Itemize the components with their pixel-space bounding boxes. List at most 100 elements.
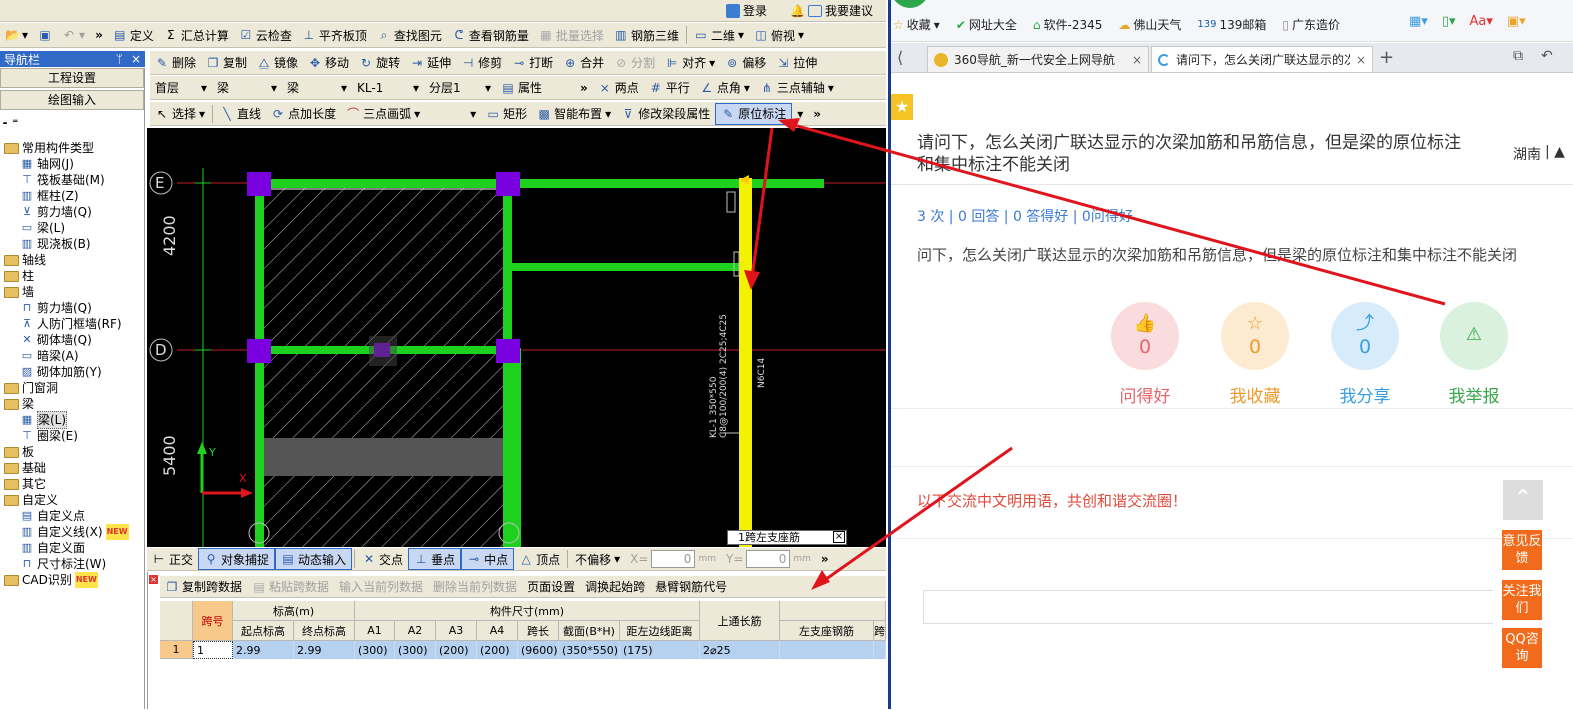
drawing-canvas[interactable]: E D 4200 5400 Y X KL-1 350*550 C8@100/20… (147, 128, 886, 547)
three-point-arc-button[interactable]: ⌒ 三点画弧 ▾ (341, 103, 425, 125)
drawing-input-button[interactable]: 绘图输入 (0, 90, 144, 110)
table-cell[interactable] (874, 641, 886, 659)
login-link[interactable]: 登录 (726, 2, 767, 19)
smart-layout-button[interactable]: ▩ 智能布置 ▾ (532, 103, 616, 125)
component-name-dropdown[interactable]: KL-1 ▾ (352, 77, 424, 99)
view-rebar-button[interactable]: ᕦ 查看钢筋量 (447, 24, 534, 46)
tab-back-button[interactable]: ⟨ (897, 48, 903, 67)
tree-leaf[interactable]: ✕ 砌体墙(Q) (20, 332, 91, 348)
cloud-check-button[interactable]: ☑ 云检查 (234, 24, 297, 46)
more-chevron[interactable]: » (808, 103, 826, 125)
line-button[interactable]: ╲ 直线 (215, 103, 266, 125)
table-cell[interactable]: (200) (436, 641, 477, 659)
perpendicular-snap[interactable]: ⊥ 垂点 (408, 548, 462, 570)
blank-dropdown[interactable]: ▾ (425, 103, 481, 125)
tree-leaf[interactable]: ⊤ 筏板基础(M) (20, 172, 105, 188)
tree-folder[interactable]: 门窗洞 (4, 380, 58, 396)
table-cell[interactable] (780, 641, 874, 659)
type-dropdown-2[interactable]: 梁 ▾ (282, 77, 352, 99)
tree-folder[interactable]: 自定义 (4, 492, 58, 508)
move-button[interactable]: ✥ 移动 (303, 52, 354, 74)
more-chevron[interactable]: » (575, 77, 593, 99)
open-file-button[interactable]: 📂 ▾ (0, 24, 33, 46)
tree-folder[interactable]: 柱 (4, 268, 34, 284)
restore-icon[interactable]: ↶ (1541, 48, 1553, 64)
qq-consult-button[interactable]: QQ咨询 (1502, 628, 1542, 668)
align-button[interactable]: ⊫ 对齐 ▾ (660, 52, 720, 74)
view-mode-dropdown[interactable]: ▭ 二维 ▾ (689, 24, 749, 46)
point-length-button[interactable]: ⟳ 点加长度 (266, 103, 341, 125)
delete-column-button[interactable]: 删除当前列数据 (428, 576, 522, 597)
table-cell[interactable]: (175) (620, 641, 700, 659)
y-coord-input[interactable]: 0 (746, 550, 791, 568)
delete-button[interactable]: ✎ 删除 (150, 52, 201, 74)
table-cell[interactable]: (300) (395, 641, 436, 659)
translate-icon[interactable]: Aa▾ (1470, 14, 1493, 29)
more-chevron[interactable]: » (90, 24, 108, 46)
tree-leaf[interactable]: ⊓ 尺寸标注(W) (20, 556, 107, 572)
tree-folder[interactable]: 其它 (4, 476, 46, 492)
action-circle-1[interactable]: ☆ 0 (1221, 302, 1289, 370)
define-button[interactable]: ▤ 定义 (108, 24, 159, 46)
project-settings-button[interactable]: 工程设置 (0, 68, 144, 88)
paste-span-button[interactable]: ▤ 粘贴跨数据 (247, 576, 334, 597)
tree-leaf[interactable]: ⊼ 人防门框墙(RF) (20, 316, 122, 332)
row-index[interactable]: 1 (160, 641, 193, 659)
table-cell[interactable]: (350*550) (559, 641, 620, 659)
in-situ-annotation-dropdown[interactable]: ▾ (792, 103, 808, 125)
bookmark-item[interactable]: ✔ 网址大全 (956, 16, 1017, 33)
grid-icon[interactable]: ▦▾ (1409, 14, 1428, 29)
action-circle-0[interactable]: 👍 0 (1111, 302, 1179, 370)
three-point-axis-button[interactable]: ⋔ 三点辅轴 ▾ (755, 77, 839, 99)
undo-button[interactable]: ↶ ▾ (57, 24, 90, 46)
tree-leaf[interactable]: ▥ 现浇板(B) (20, 236, 91, 252)
mirror-button[interactable]: ⧋ 镜像 (252, 52, 303, 74)
summary-calc-button[interactable]: Σ 汇总计算 (159, 24, 234, 46)
tree-leaf[interactable]: ▨ 砌体加筋(Y) (20, 364, 102, 380)
action-circle-3[interactable]: ⚠ (1440, 302, 1508, 370)
type-dropdown-1[interactable]: 梁 ▾ (212, 77, 282, 99)
tree-leaf[interactable]: ▤ 自定义点 (20, 508, 85, 524)
tab-360-nav[interactable]: 360导航_新一代安全上网导航 × (927, 46, 1149, 72)
back-to-top-button[interactable]: ⌃ (1503, 480, 1543, 520)
apps-icon[interactable]: ▣▾ (1507, 14, 1526, 29)
view-angle-dropdown[interactable]: ◫ 俯视 ▾ (749, 24, 809, 46)
page-setup-button[interactable]: 页面设置 (522, 576, 580, 597)
close-icon[interactable]: × (131, 52, 141, 66)
copy-button[interactable]: ❐ 复制 (201, 52, 252, 74)
table-cell[interactable]: (300) (355, 641, 395, 659)
table-cell[interactable]: 2.99 (294, 641, 355, 659)
support-rebar-popup[interactable]: 1跨左支座筋 × (727, 530, 847, 545)
ortho-toggle[interactable]: ⊢ 正交 (147, 548, 198, 570)
tree-leaf[interactable]: ⊓ 剪力墙(Q) (20, 300, 92, 316)
new-tab-button[interactable]: + (1379, 47, 1394, 68)
layer-dropdown[interactable]: 分层1 ▾ (424, 77, 496, 99)
more-chevron[interactable]: » (816, 548, 834, 570)
rectangle-button[interactable]: ▭ 矩形 (481, 103, 532, 125)
tree-folder[interactable]: 梁 (4, 396, 34, 412)
table-cell[interactable]: 2⌀25 (700, 641, 780, 659)
action-circle-2[interactable]: ⤴ 0 (1331, 302, 1399, 370)
trim-button[interactable]: ⊣ 修剪 (456, 52, 507, 74)
modify-beam-property-button[interactable]: ⊽ 修改梁段属性 (616, 103, 715, 125)
tree-folder[interactable]: CAD识别 NEW (4, 572, 98, 588)
align-slab-top-button[interactable]: ⊥ 平齐板顶 (297, 24, 372, 46)
tree-leaf[interactable]: ▥ 自定义面 (20, 540, 85, 556)
action-label[interactable]: 问得好 (1095, 382, 1195, 407)
close-icon[interactable]: × (1356, 53, 1366, 67)
tree-folder[interactable]: 板 (4, 444, 34, 460)
tree-leaf[interactable]: ▥ 自定义线(X) NEW (20, 524, 129, 540)
close-icon[interactable]: × (833, 531, 845, 543)
table-cell[interactable]: 1 (193, 641, 233, 659)
favorite-star-button[interactable]: ★ (891, 94, 913, 120)
extend-button[interactable]: ⇥ 延伸 (405, 52, 456, 74)
action-label[interactable]: 我分享 (1315, 382, 1415, 407)
tab-list-icon[interactable]: ⧉ (1513, 48, 1523, 64)
batch-select-button[interactable]: ▦ 批量选择 (534, 24, 609, 46)
bookmark-favorites[interactable]: ☆ 收藏 ▾ (893, 16, 940, 33)
two-point-axis-button[interactable]: ⨯ 两点 (593, 77, 644, 99)
table-cell[interactable]: (9600) (518, 641, 559, 659)
x-coord-input[interactable]: 0 (651, 550, 696, 568)
table-cell[interactable]: (200) (477, 641, 518, 659)
tree-folder[interactable]: 基础 (4, 460, 46, 476)
